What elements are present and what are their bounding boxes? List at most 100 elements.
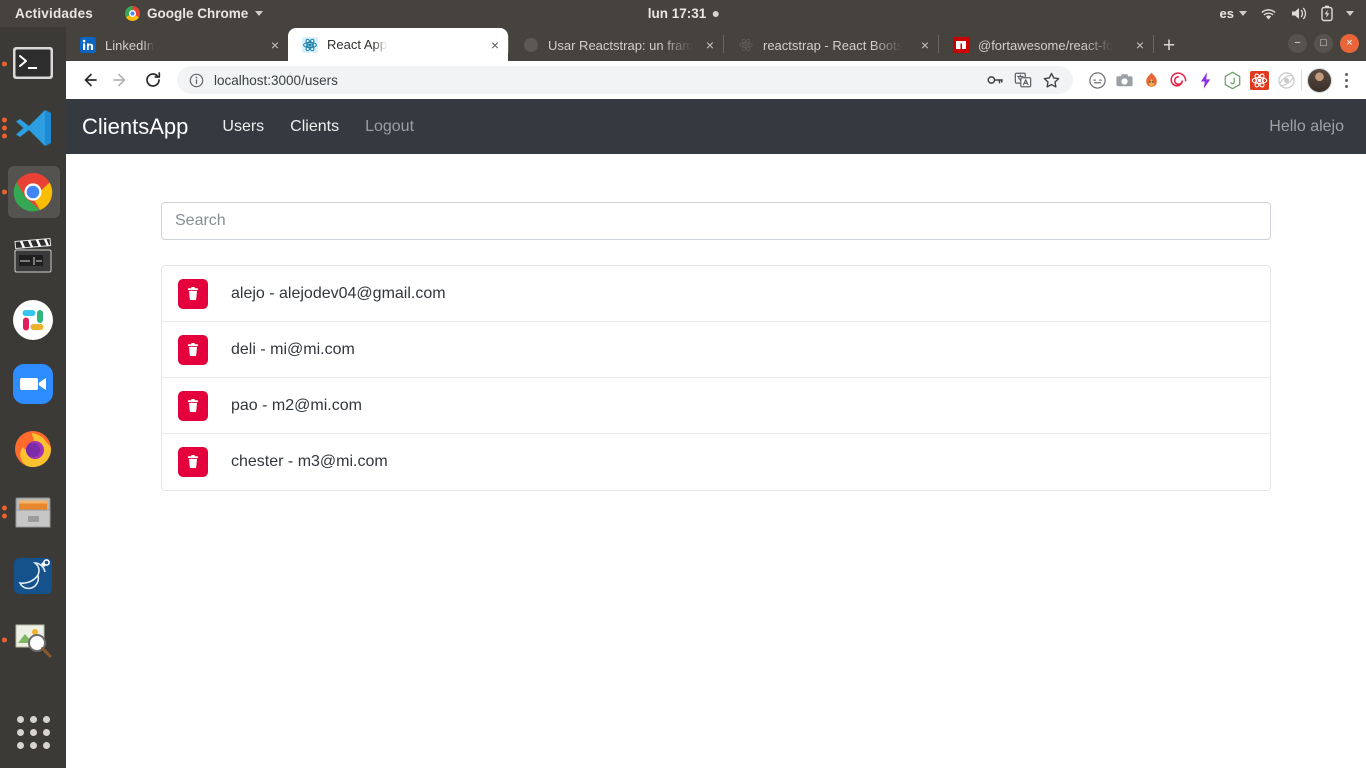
kebab-menu-icon[interactable] <box>1334 73 1358 88</box>
dock-item-mysql-workbench[interactable] <box>0 544 66 608</box>
reload-button[interactable] <box>138 65 168 95</box>
forward-button[interactable] <box>106 65 136 95</box>
nav-link-users[interactable]: Users <box>222 118 264 136</box>
dock-item-slack[interactable] <box>0 288 66 352</box>
ubuntu-dock <box>0 27 66 768</box>
keyboard-layout-indicator[interactable]: es <box>1220 6 1247 21</box>
gnome-top-bar: Actividades Google Chrome lun 17:31 es <box>0 0 1366 27</box>
browser-tab-reactstrap[interactable]: reactstrap - React Boots × <box>724 29 938 61</box>
dock-item-vscode[interactable] <box>0 96 66 160</box>
firefox-icon <box>10 425 56 471</box>
app-menu-button[interactable]: Google Chrome <box>125 6 263 21</box>
info-circle-icon[interactable] <box>189 73 204 88</box>
browser-tab-usar-reactstrap[interactable]: Usar Reactstrap: un fram × <box>509 29 723 61</box>
show-applications-button[interactable] <box>0 704 66 760</box>
maximize-button[interactable]: □ <box>1314 34 1333 53</box>
app-brand[interactable]: ClientsApp <box>82 114 188 140</box>
chrome-browser-window: LinkedIn × React App × <box>66 27 1366 768</box>
browser-toolbar: localhost:3000/users <box>66 61 1366 99</box>
reload-icon <box>144 71 162 89</box>
url-text: localhost:3000/users <box>214 73 338 88</box>
notification-dot-icon <box>712 11 718 17</box>
delete-user-button[interactable] <box>178 335 208 365</box>
user-label: alejo - alejodev04@gmail.com <box>231 285 446 303</box>
vscode-icon <box>10 105 56 151</box>
user-list: alejo - alejodev04@gmail.com deli - mi@m… <box>161 265 1271 491</box>
clock-label: lun 17:31 <box>648 6 707 21</box>
browser-tab-fortawesome[interactable]: @fortawesome/react-fo × <box>939 29 1153 61</box>
browser-tab-linkedin[interactable]: LinkedIn × <box>66 29 288 61</box>
battery-icon <box>1321 5 1333 22</box>
list-item[interactable]: deli - mi@mi.com <box>162 322 1270 378</box>
browser-tabstrip: LinkedIn × React App × <box>66 27 1366 61</box>
running-indicator <box>2 190 7 195</box>
minimize-button[interactable]: − <box>1288 34 1307 53</box>
password-key-icon[interactable] <box>986 71 1004 89</box>
avatar[interactable] <box>1307 68 1332 93</box>
running-indicator <box>2 62 7 67</box>
nav-link-clients[interactable]: Clients <box>290 118 339 136</box>
system-indicators[interactable]: es <box>1220 5 1354 22</box>
list-item[interactable]: pao - m2@mi.com <box>162 378 1270 434</box>
dolphin-wrench-icon <box>10 553 56 599</box>
close-icon[interactable]: × <box>271 38 279 52</box>
chevron-down-icon[interactable] <box>1346 11 1354 16</box>
plus-icon: + <box>1163 34 1175 58</box>
spiral-icon[interactable] <box>1169 71 1188 90</box>
close-button[interactable]: × <box>1340 34 1359 53</box>
close-icon[interactable]: × <box>921 38 929 52</box>
list-item[interactable]: alejo - alejodev04@gmail.com <box>162 266 1270 322</box>
react-icon <box>302 37 318 53</box>
back-button[interactable] <box>74 65 104 95</box>
flame-icon[interactable] <box>1142 71 1161 90</box>
browser-tab-react-app[interactable]: React App × <box>288 28 508 61</box>
nodejs-icon[interactable] <box>1223 71 1242 90</box>
dashed-circle-icon[interactable] <box>1088 71 1107 90</box>
wifi-icon <box>1260 7 1277 21</box>
dock-item-google-chrome[interactable] <box>0 160 66 224</box>
search-input[interactable] <box>161 202 1271 240</box>
dock-item-image-viewer[interactable] <box>0 608 66 672</box>
forward-arrow-icon <box>112 71 130 89</box>
dock-item-zoom[interactable] <box>0 352 66 416</box>
clock-button[interactable]: lun 17:31 <box>648 6 719 21</box>
tab-title: React App <box>327 37 387 52</box>
user-label: pao - m2@mi.com <box>231 397 362 415</box>
show-applications-icon <box>17 716 50 749</box>
linkedin-icon <box>80 37 96 53</box>
nav-link-logout[interactable]: Logout <box>365 118 414 136</box>
address-bar[interactable]: localhost:3000/users <box>177 66 1073 94</box>
close-icon[interactable]: × <box>1136 38 1144 52</box>
reactstrap-icon <box>738 37 754 53</box>
file-cabinet-icon <box>10 489 56 535</box>
new-tab-button[interactable]: + <box>1154 31 1184 61</box>
close-icon[interactable]: × <box>706 38 714 52</box>
delete-user-button[interactable] <box>178 391 208 421</box>
activities-button[interactable]: Actividades <box>15 6 93 21</box>
delete-user-button[interactable] <box>178 447 208 477</box>
dock-item-files[interactable] <box>0 480 66 544</box>
camera-icon[interactable] <box>1115 71 1134 90</box>
terminal-icon <box>10 41 56 87</box>
close-icon[interactable]: × <box>491 38 499 52</box>
chevron-down-icon <box>1239 11 1247 16</box>
react-devtools-icon[interactable] <box>1250 71 1269 90</box>
dock-item-firefox[interactable] <box>0 416 66 480</box>
running-indicator <box>2 118 7 139</box>
user-label: deli - mi@mi.com <box>231 341 355 359</box>
translate-icon[interactable] <box>1014 71 1032 89</box>
tab-title: Usar Reactstrap: un fram <box>548 38 693 53</box>
clapperboard-icon <box>10 233 56 279</box>
dock-item-video-editor[interactable] <box>0 224 66 288</box>
lightning-bolt-icon[interactable] <box>1196 71 1215 90</box>
dock-item-terminal[interactable] <box>0 32 66 96</box>
ionic-icon[interactable] <box>1277 71 1296 90</box>
running-indicator <box>2 638 7 643</box>
list-item[interactable]: chester - m3@mi.com <box>162 434 1270 490</box>
npm-icon <box>953 37 969 53</box>
delete-user-button[interactable] <box>178 279 208 309</box>
content-container: alejo - alejodev04@gmail.com deli - mi@m… <box>161 202 1271 491</box>
page-viewport: ClientsApp Users Clients Logout Hello al… <box>66 99 1366 768</box>
bookmark-star-icon[interactable] <box>1042 71 1061 90</box>
tab-title: @fortawesome/react-fo <box>978 38 1113 53</box>
